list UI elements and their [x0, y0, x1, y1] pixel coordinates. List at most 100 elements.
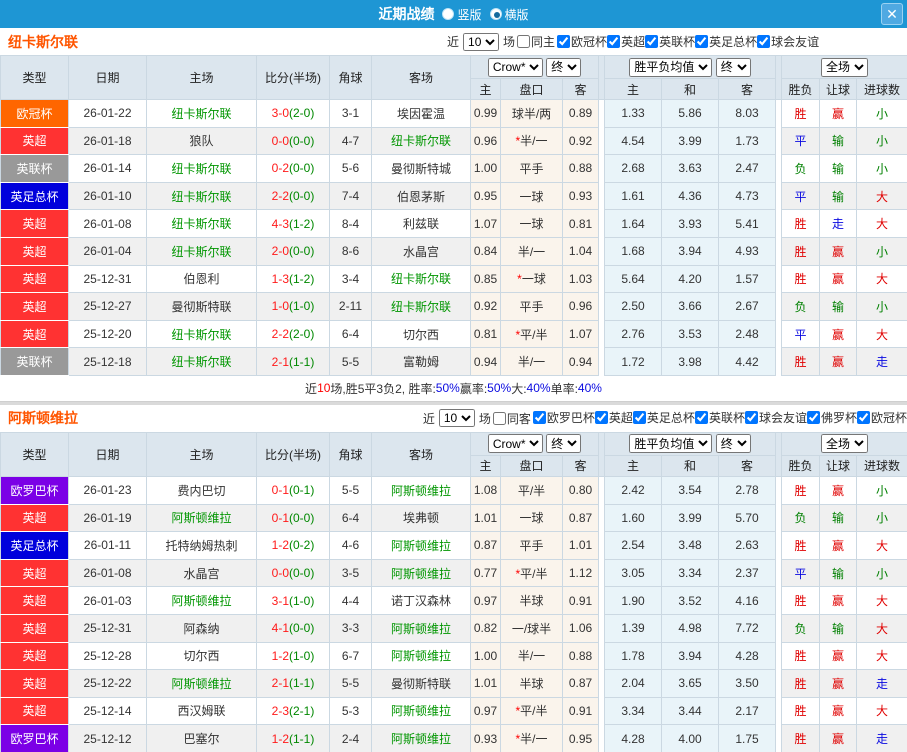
odds-home: 1.01	[470, 669, 501, 698]
league-badge: 英超	[0, 236, 69, 266]
col-type: 类型	[0, 431, 69, 477]
league-label: 球会友谊	[758, 411, 807, 426]
league-checkbox[interactable]: 佛罗杯	[806, 409, 857, 426]
result-flag: 平	[781, 181, 821, 211]
bookmaker-select[interactable]: Crow*	[487, 434, 543, 454]
odds-away: 0.88	[561, 154, 600, 183]
summary-text: 单率:	[550, 381, 578, 396]
league-checkbox-input[interactable]	[694, 411, 708, 425]
goals-flag: 走	[856, 669, 907, 698]
match-row: 英超 25-12-27 曼彻斯特联 1-0(1-0) 2-11 纽卡斯尔联 0.92 平手 0.…	[0, 292, 907, 321]
odds-handicap: *平/半	[500, 319, 563, 349]
league-checkbox[interactable]: 英联杯	[694, 409, 745, 426]
league-checkbox-input[interactable]	[856, 411, 870, 425]
avg-draw: 3.54	[661, 475, 720, 505]
layout-radio-vertical[interactable]: 竖版	[442, 6, 482, 23]
odds-handicap: 半/一	[500, 347, 563, 376]
odds-home: 0.81	[470, 319, 501, 349]
league-checkbox-input[interactable]	[594, 411, 608, 425]
league-checkbox[interactable]: 英足总杯	[695, 33, 757, 50]
league-checkbox-input[interactable]	[532, 411, 546, 425]
goals-flag: 走	[856, 724, 907, 752]
corners: 2-11	[329, 292, 372, 321]
league-checkbox[interactable]: 球会友谊	[757, 33, 819, 50]
league-checkbox[interactable]: 欧冠杯	[856, 409, 907, 426]
league-checkbox-input[interactable]	[757, 34, 771, 48]
league-checkbox-input[interactable]	[632, 411, 646, 425]
result-flag: 胜	[781, 99, 821, 128]
away-team: 埃弗顿	[371, 503, 471, 533]
league-label: 英超	[621, 34, 646, 49]
league-checkbox[interactable]: 英联杯	[645, 33, 695, 50]
league-checkbox-input[interactable]	[744, 411, 758, 425]
avg-home: 2.76	[604, 319, 663, 349]
handicap-flag: 赢	[819, 236, 858, 266]
col-handicap-result: 让球	[819, 78, 858, 100]
odds-home: 0.96	[470, 126, 501, 156]
final-select[interactable]: 终	[546, 57, 582, 77]
same-venue-checkbox[interactable]: 同客	[492, 410, 531, 427]
avg-away: 2.63	[718, 531, 777, 560]
league-checkbox-input[interactable]	[695, 34, 709, 48]
away-team: 诺丁汉森林	[371, 586, 471, 615]
col-avg-away: 客	[718, 454, 777, 477]
avg-home: 2.54	[604, 531, 663, 560]
league-checkbox[interactable]: 英超	[594, 409, 633, 426]
final-select[interactable]: 终	[546, 434, 582, 454]
summary-text: 赢率:	[459, 381, 488, 396]
odds-away: 1.04	[561, 236, 600, 266]
final-select-2[interactable]: 终	[715, 57, 751, 77]
score: 1-2(1-1)	[256, 724, 330, 752]
league-checkbox-input[interactable]	[645, 34, 659, 48]
avg-draw: 4.00	[661, 724, 720, 752]
match-date: 25-12-31	[68, 613, 147, 643]
league-checkbox[interactable]: 英足总杯	[632, 409, 695, 426]
goals-flag: 大	[856, 209, 907, 238]
match-row: 英超 26-01-19 阿斯顿维拉 0-1(0-0) 6-4 埃弗顿 1.01 一球 0.87 1…	[0, 503, 907, 533]
match-date: 26-01-08	[68, 558, 147, 588]
radio-unchecked-icon[interactable]	[442, 8, 455, 20]
same-venue-checkbox[interactable]: 同主	[517, 33, 555, 50]
away-team: 埃因霍温	[371, 99, 471, 128]
avg-draw: 3.99	[661, 503, 720, 533]
summary-text: 40%	[526, 381, 551, 396]
filter-bar: 近 10 场 同主 欧冠杯 英超 英联杯 英足总杯 球会友谊	[447, 32, 819, 51]
col-odds-handicap: 盘口	[500, 454, 563, 477]
same-venue-label: 同客	[506, 411, 531, 426]
league-checkbox-input[interactable]	[557, 34, 571, 48]
same-venue-input[interactable]	[492, 411, 506, 425]
avg-draw: 3.52	[661, 586, 720, 615]
match-row: 英超 26-01-08 纽卡斯尔联 4-3(1-2) 8-4 利兹联 1.07 一球 0.81 1…	[0, 209, 907, 238]
same-venue-input[interactable]	[517, 35, 531, 48]
handicap-flag: 赢	[819, 264, 858, 294]
radio-checked-icon[interactable]	[489, 8, 502, 20]
scope-select[interactable]: 全场	[821, 57, 869, 77]
league-checkbox-input[interactable]	[607, 34, 621, 48]
scope-select[interactable]: 全场	[821, 434, 869, 454]
summary-text: 40%	[577, 381, 602, 396]
corners: 6-7	[329, 641, 372, 671]
odds-home: 0.97	[470, 696, 501, 726]
league-checkbox-input[interactable]	[806, 411, 820, 425]
layout-radio-horizontal[interactable]: 横版	[489, 6, 529, 23]
league-badge: 英超	[0, 319, 69, 349]
league-checkbox[interactable]: 球会友谊	[744, 409, 807, 426]
col-away: 客场	[371, 55, 471, 100]
league-checkbox[interactable]: 英超	[607, 33, 645, 50]
odds-away: 0.81	[561, 209, 600, 238]
near-count-select[interactable]: 10	[438, 409, 475, 428]
match-row: 欧冠杯 26-01-22 纽卡斯尔联 3-0(2-0) 3-1 埃因霍温 0.99 球半/两 0…	[0, 99, 907, 128]
final-select-2[interactable]: 终	[715, 434, 751, 454]
avg-select[interactable]: 胜平负均值	[629, 434, 713, 454]
corners: 2-4	[329, 724, 372, 752]
league-checkbox[interactable]: 欧罗巴杯	[532, 409, 595, 426]
corners: 5-5	[329, 669, 372, 698]
odds-handicap: 半/一	[500, 641, 563, 671]
odds-handicap: 平/半	[500, 475, 563, 505]
close-icon[interactable]: ✕	[881, 3, 903, 25]
near-count-select[interactable]: 10	[463, 32, 500, 51]
bookmaker-select[interactable]: Crow*	[487, 57, 543, 77]
avg-select[interactable]: 胜平负均值	[629, 57, 713, 77]
league-checkbox[interactable]: 欧冠杯	[557, 33, 607, 50]
matches-table-newcastle: 类型 日期 主场 比分(半场) 角球 客场 Crow* 终 胜平负均值 终 全场…	[0, 55, 907, 376]
